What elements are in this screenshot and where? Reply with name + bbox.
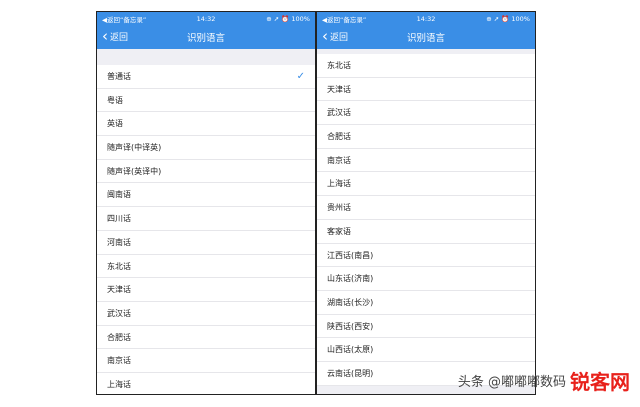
header-bar: ◀返回“备忘录” 14:32 ⊕ ➚ ⏰ 100% ‹ 返回 识别语言 [317, 12, 535, 49]
language-item[interactable]: 天津话 [97, 278, 315, 302]
language-item-label: 普通话 [107, 72, 131, 81]
language-item[interactable]: 东北话 [97, 255, 315, 279]
status-time: 14:32 [416, 14, 436, 23]
chevron-left-icon: ‹ [102, 27, 108, 45]
checkmark-icon: ✓ [296, 71, 305, 82]
back-label: 返回 [110, 33, 129, 43]
language-item-label: 南京话 [107, 356, 131, 366]
language-item-label: 随声译(中译英) [107, 143, 162, 153]
status-carrier: ◀返回“备忘录” [322, 15, 367, 24]
language-list: 普通话 ✓ 粤语英语随声译(中译英) 随声译(英译中) 闽南语四川话河南话东北话天津话武… [97, 65, 315, 394]
language-item-label: 英语 [107, 119, 123, 129]
language-item[interactable]: 英语 [97, 112, 315, 137]
language-item-label: 江西话(南昌) [327, 250, 374, 260]
language-item[interactable]: 南京话 [317, 149, 535, 173]
back-label: 返回 [330, 33, 349, 43]
language-item-label: 四川话 [107, 214, 131, 224]
chevron-left-icon: ‹ [322, 27, 328, 45]
language-item-label: 合肥话 [327, 132, 351, 142]
language-item-label: 云南话(昆明) [327, 368, 374, 378]
nav-bar: ‹ 返回 识别语言 [97, 25, 315, 49]
language-item[interactable]: 随声译(英译中) [97, 160, 315, 184]
language-item[interactable]: 客家语 [317, 220, 535, 244]
language-item-label: 山东话(济南) [327, 274, 374, 284]
back-button[interactable]: ‹ 返回 [102, 29, 128, 44]
language-item-label: 闽南语 [107, 190, 131, 200]
language-item-label: 山西话(太原) [327, 345, 374, 355]
language-item[interactable]: 粤语 [97, 89, 315, 113]
language-item-label: 天津话 [107, 285, 131, 295]
language-item-label: 南京话 [327, 155, 351, 165]
status-carrier: ◀返回“备忘录” [102, 15, 147, 24]
language-item[interactable]: 南京话 [97, 349, 315, 373]
status-time: 14:32 [196, 14, 216, 23]
language-item-label: 客家语 [327, 226, 351, 236]
page-title: 识别语言 [406, 33, 445, 44]
language-item[interactable]: 陕西话(西安) [317, 315, 535, 339]
language-item[interactable]: 武汉话 [97, 302, 315, 326]
back-button[interactable]: ‹ 返回 [322, 29, 348, 44]
nav-bar: ‹ 返回 识别语言 [317, 25, 535, 49]
language-item[interactable]: 江西话(南昌) [317, 244, 535, 268]
header-bar: ◀返回“备忘录” 14:32 ⊕ ➚ ⏰ 100% ‹ 返回 识别语言 [97, 12, 315, 49]
watermark-logo: 锐客网 [570, 370, 630, 394]
status-bar: ◀返回“备忘录” 14:32 ⊕ ➚ ⏰ 100% [317, 12, 535, 25]
language-item[interactable]: 武汉话 [317, 101, 535, 126]
language-item[interactable]: 上海话 [317, 172, 535, 197]
watermark-text: 头条 @嘟嘟嘟数码 [457, 375, 566, 390]
language-item-label: 贵州话 [327, 203, 351, 213]
language-item[interactable]: 合肥话 [317, 125, 535, 149]
language-item[interactable]: 天津话 [317, 78, 535, 102]
language-item[interactable]: 合肥话 [97, 326, 315, 350]
watermark: 头条 @嘟嘟嘟数码 锐客网 [458, 366, 630, 395]
language-item[interactable]: 山西话(太原) [317, 338, 535, 362]
language-item-label: 湖南话(长沙) [327, 297, 374, 307]
status-battery: ⊕ ➚ ⏰ 100% [266, 14, 310, 23]
language-item-label: 陕西话(西安) [327, 321, 374, 331]
language-item-label: 上海话 [327, 179, 351, 189]
language-list: 东北话天津话武汉话合肥话南京话上海话贵州话客家语江西话(南昌) 山东话(济南) 湖南… [317, 54, 535, 386]
language-item-label: 随声译(英译中) [107, 166, 162, 176]
language-item[interactable]: 上海话 [97, 373, 315, 394]
language-item-label: 上海话 [107, 379, 131, 389]
language-item[interactable]: 山东话(济南) [317, 267, 535, 291]
language-item[interactable]: 随声译(中译英) [97, 136, 315, 160]
language-item-label: 天津话 [327, 84, 351, 94]
language-item-label: 合肥话 [107, 332, 131, 342]
language-item[interactable]: 河南话 [97, 231, 315, 255]
language-item-label: 河南话 [107, 237, 131, 247]
language-item[interactable]: 四川话 [97, 207, 315, 231]
language-item[interactable]: 普通话 ✓ [97, 65, 315, 89]
right-phone-screen: ◀返回“备忘录” 14:32 ⊕ ➚ ⏰ 100% ‹ 返回 识别语言 东北话天… [316, 11, 536, 395]
language-item-label: 东北话 [107, 261, 131, 271]
language-item[interactable]: 闽南语 [97, 183, 315, 208]
status-bar: ◀返回“备忘录” 14:32 ⊕ ➚ ⏰ 100% [97, 12, 315, 25]
page-title: 识别语言 [186, 33, 225, 44]
language-item[interactable]: 湖南话(长沙) [317, 291, 535, 315]
left-phone-screen: ◀返回“备忘录” 14:32 ⊕ ➚ ⏰ 100% ‹ 返回 识别语言 普通话 ✓… [96, 11, 316, 395]
language-item[interactable]: 贵州话 [317, 196, 535, 220]
language-item-label: 武汉话 [107, 308, 131, 318]
language-item[interactable]: 东北话 [317, 54, 535, 78]
language-item-label: 粤语 [107, 95, 123, 105]
language-item-label: 武汉话 [327, 108, 351, 118]
language-item-label: 东北话 [327, 61, 351, 70]
status-battery: ⊕ ➚ ⏰ 100% [486, 14, 530, 23]
